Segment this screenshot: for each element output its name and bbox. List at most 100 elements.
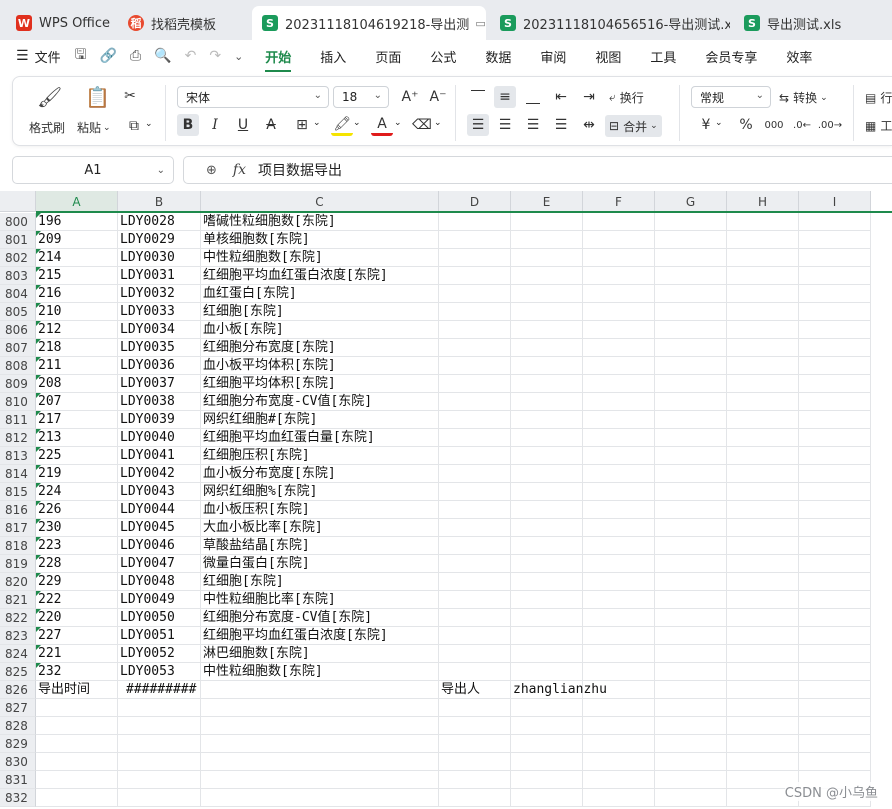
- grid-cell[interactable]: [799, 375, 871, 393]
- grid-cell[interactable]: [201, 771, 439, 789]
- grid-cell[interactable]: 227: [36, 627, 118, 645]
- grid-cell[interactable]: [511, 627, 583, 645]
- grid-cell[interactable]: [511, 789, 583, 807]
- wrap-text-button[interactable]: ⤶ 换行: [609, 89, 644, 106]
- grid-cell[interactable]: [655, 735, 727, 753]
- grid-cell[interactable]: 单核细胞数[东院]: [201, 231, 439, 249]
- grid-cell[interactable]: [511, 339, 583, 357]
- grid-cell[interactable]: [799, 231, 871, 249]
- grid-cell[interactable]: [655, 771, 727, 789]
- grid-cell[interactable]: LDY0030: [118, 249, 201, 267]
- grid-cell[interactable]: [655, 339, 727, 357]
- grid-cell[interactable]: 血红蛋白[东院]: [201, 285, 439, 303]
- column-header-E[interactable]: E: [511, 191, 583, 212]
- grid-cell[interactable]: [118, 717, 201, 735]
- grid-cell[interactable]: [799, 753, 871, 771]
- eraser-dropdown-icon[interactable]: ⌄: [434, 118, 442, 128]
- grid-cell[interactable]: [511, 591, 583, 609]
- grid-cell[interactable]: [655, 447, 727, 465]
- grid-cell[interactable]: LDY0029: [118, 231, 201, 249]
- grid-cell[interactable]: [439, 645, 511, 663]
- grid-cell[interactable]: [583, 501, 655, 519]
- grid-cell[interactable]: [727, 609, 799, 627]
- grid-cell[interactable]: [511, 483, 583, 501]
- grid-cell[interactable]: [655, 303, 727, 321]
- grid-cell[interactable]: [583, 627, 655, 645]
- grid-cell[interactable]: [727, 591, 799, 609]
- grid-cell[interactable]: 228: [36, 555, 118, 573]
- grid-cell[interactable]: [583, 393, 655, 411]
- grid-cell[interactable]: [655, 375, 727, 393]
- grid-cell[interactable]: [799, 555, 871, 573]
- grid-cell[interactable]: [439, 411, 511, 429]
- row-header[interactable]: 821: [0, 591, 36, 609]
- grid-cell[interactable]: 淋巴细胞数[东院]: [201, 645, 439, 663]
- grid-cell[interactable]: [727, 249, 799, 267]
- grid-cell[interactable]: [583, 573, 655, 591]
- grid-cell[interactable]: [655, 645, 727, 663]
- grid-cell[interactable]: [727, 357, 799, 375]
- grid-cell[interactable]: 230: [36, 519, 118, 537]
- grid-cell[interactable]: [511, 753, 583, 771]
- grid-cell[interactable]: 红细胞平均血红蛋白浓度[东院]: [201, 267, 439, 285]
- grid-cell[interactable]: LDY0045: [118, 519, 201, 537]
- grid-cell[interactable]: [511, 465, 583, 483]
- grid-cell[interactable]: [727, 321, 799, 339]
- number-format-select[interactable]: 常规 ⌄: [691, 86, 771, 108]
- grid-cell[interactable]: 207: [36, 393, 118, 411]
- grid-cell[interactable]: [727, 717, 799, 735]
- grid-cell[interactable]: 209: [36, 231, 118, 249]
- grid-cell[interactable]: [655, 753, 727, 771]
- grid-cell[interactable]: [655, 573, 727, 591]
- grid-cell[interactable]: LDY0038: [118, 393, 201, 411]
- font-color-dropdown-icon[interactable]: ⌄: [394, 118, 402, 128]
- grid-cell[interactable]: 红细胞压积[东院]: [201, 447, 439, 465]
- menu-tab-3[interactable]: 公式: [430, 47, 456, 66]
- grid-cell[interactable]: [511, 429, 583, 447]
- grid-cell[interactable]: 210: [36, 303, 118, 321]
- grid-cell[interactable]: [439, 573, 511, 591]
- grid-cell[interactable]: [583, 375, 655, 393]
- grid-cell[interactable]: [799, 735, 871, 753]
- currency-dropdown-icon[interactable]: ⌄: [715, 118, 723, 128]
- grid-cell[interactable]: [799, 663, 871, 681]
- grid-cell[interactable]: [727, 429, 799, 447]
- grid-cell[interactable]: [511, 699, 583, 717]
- menu-tab-1[interactable]: 插入: [320, 47, 346, 66]
- grid-cell[interactable]: 219: [36, 465, 118, 483]
- grid-cell[interactable]: 草酸盐结晶[东院]: [201, 537, 439, 555]
- grid-cell[interactable]: 223: [36, 537, 118, 555]
- row-header[interactable]: 826: [0, 681, 36, 699]
- grid-cell[interactable]: [439, 249, 511, 267]
- grid-cell[interactable]: [511, 609, 583, 627]
- more-dropdown-icon[interactable]: ⌄: [234, 50, 243, 63]
- grid-cell[interactable]: [799, 267, 871, 285]
- grid-cell[interactable]: [799, 465, 871, 483]
- grid-cell[interactable]: 212: [36, 321, 118, 339]
- grid-cell[interactable]: [799, 303, 871, 321]
- file-menu[interactable]: ☰ 文件: [16, 47, 61, 66]
- grid-cell[interactable]: 网织红细胞%[东院]: [201, 483, 439, 501]
- grid-cell[interactable]: 微量白蛋白[东院]: [201, 555, 439, 573]
- grid-cell[interactable]: [727, 699, 799, 717]
- grid-cell[interactable]: [439, 285, 511, 303]
- border-dropdown-icon[interactable]: ⌄: [313, 118, 321, 128]
- grid-cell[interactable]: LDY0036: [118, 357, 201, 375]
- grid-cell[interactable]: 红细胞分布宽度-CV值[东院]: [201, 393, 439, 411]
- grid-cell[interactable]: [727, 573, 799, 591]
- column-header-G[interactable]: G: [655, 191, 727, 212]
- italic-icon[interactable]: I: [204, 114, 226, 136]
- grid-cell[interactable]: [583, 267, 655, 285]
- grid-cell[interactable]: [36, 789, 118, 807]
- align-middle-icon[interactable]: ≡: [494, 86, 516, 108]
- menu-tab-0[interactable]: 开始: [265, 47, 292, 72]
- row-header[interactable]: 815: [0, 483, 36, 501]
- grid-cell[interactable]: [583, 447, 655, 465]
- grid-cell[interactable]: LDY0043: [118, 483, 201, 501]
- grid-cell[interactable]: [118, 735, 201, 753]
- grid-cell[interactable]: LDY0051: [118, 627, 201, 645]
- underline-icon[interactable]: U: [232, 114, 254, 136]
- convert-button[interactable]: ⇆ 转换 ⌄: [779, 89, 828, 106]
- grid-cell[interactable]: [799, 411, 871, 429]
- row-header[interactable]: 805: [0, 303, 36, 321]
